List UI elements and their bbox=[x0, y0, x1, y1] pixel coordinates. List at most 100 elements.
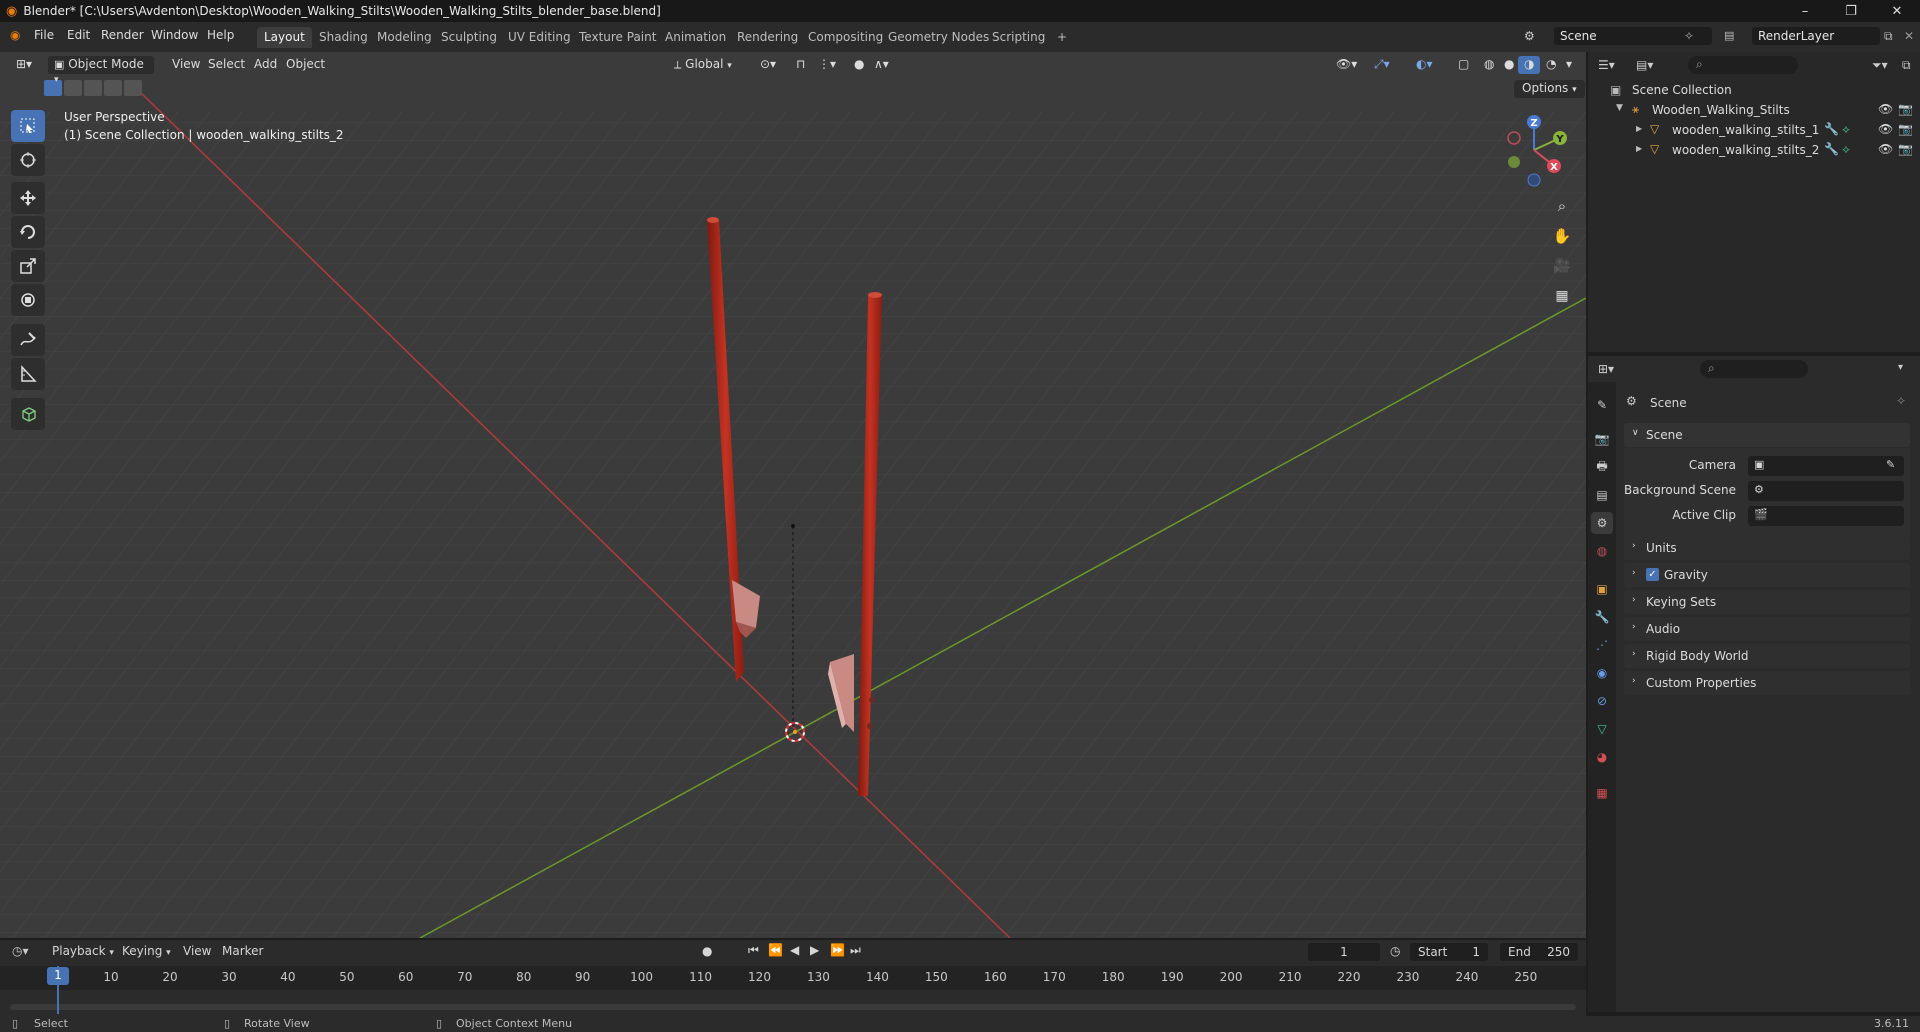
timeline-scrollbar[interactable] bbox=[10, 1004, 1576, 1010]
start-frame-field[interactable]: Start 1 bbox=[1410, 943, 1488, 961]
move-tool[interactable] bbox=[11, 182, 45, 214]
minimize-button[interactable]: – bbox=[1782, 0, 1828, 22]
eye-icon[interactable]: 👁 bbox=[1878, 102, 1893, 116]
zoom-icon[interactable]: ⌕ bbox=[1548, 192, 1576, 220]
view-layer-tab-icon[interactable]: ▤ bbox=[1591, 484, 1613, 506]
texture-tab-icon[interactable]: ▦ bbox=[1591, 782, 1613, 804]
menu-render[interactable]: Render bbox=[101, 28, 144, 42]
output-tab-icon[interactable]: 🖶 bbox=[1591, 456, 1613, 478]
shading-options-icon[interactable]: ▾ bbox=[1560, 56, 1578, 74]
editor-type-icon[interactable]: ⊞▾ bbox=[10, 56, 38, 74]
timeline-editor-icon[interactable]: ◷▾ bbox=[12, 944, 29, 958]
render-layer-icon[interactable]: ▤ bbox=[1724, 29, 1734, 42]
eye-icon[interactable]: 👁 bbox=[1878, 142, 1893, 156]
maximize-button[interactable]: ❐ bbox=[1828, 0, 1874, 22]
camera-render-icon[interactable]: 📷 bbox=[1898, 142, 1913, 156]
select-box-tool[interactable] bbox=[11, 110, 45, 142]
tab-rendering[interactable]: Rendering bbox=[730, 27, 805, 48]
select-extend-icon[interactable] bbox=[64, 80, 82, 96]
modifier-tab-icon[interactable]: 🔧 bbox=[1591, 606, 1613, 628]
active-clip-field[interactable]: 🎬 bbox=[1748, 506, 1904, 526]
xray-icon[interactable]: ▢ bbox=[1452, 56, 1475, 74]
menu-help[interactable]: Help bbox=[207, 28, 234, 42]
3d-viewport[interactable]: User Perspective (1) Scene Collection | … bbox=[0, 52, 1586, 938]
eyedropper-icon[interactable]: ✎ bbox=[1886, 458, 1895, 471]
tab-layout[interactable]: Layout bbox=[257, 27, 312, 48]
menu-select[interactable]: Select bbox=[202, 56, 251, 74]
menu-window[interactable]: Window bbox=[151, 28, 198, 42]
keying-sets-panel-header[interactable]: › Keying Sets bbox=[1624, 590, 1910, 614]
tab-animation[interactable]: Animation bbox=[658, 27, 733, 48]
next-keyframe-icon[interactable]: ⏩ bbox=[830, 943, 845, 957]
pan-hand-icon[interactable]: ✋ bbox=[1548, 222, 1576, 250]
render-layer-selector[interactable]: RenderLayer bbox=[1752, 27, 1880, 45]
marker-menu[interactable]: Marker bbox=[222, 944, 263, 958]
jump-end-icon[interactable]: ⏭ bbox=[850, 943, 861, 958]
play-icon[interactable]: ▶ bbox=[810, 943, 819, 957]
menu-file[interactable]: File bbox=[34, 28, 54, 42]
scene-panel-header[interactable]: ∨ Scene bbox=[1624, 423, 1910, 447]
remove-view-layer-icon[interactable]: ✕ bbox=[1904, 29, 1914, 43]
physics-tab-icon[interactable]: ◉ bbox=[1591, 662, 1613, 684]
select-new-icon[interactable] bbox=[44, 80, 62, 96]
outliner-search-input[interactable]: ⌕ bbox=[1688, 56, 1798, 74]
filter-icon[interactable]: ⏷▾ bbox=[1872, 58, 1888, 73]
outliner-row-object-2[interactable]: ▶ ▽ wooden_walking_stilts_2 🔧 ⟡ 👁 📷 bbox=[1588, 140, 1920, 160]
units-panel-header[interactable]: › Units bbox=[1624, 536, 1910, 560]
mode-selector[interactable]: ▣ Object Mode ▾ bbox=[48, 56, 154, 85]
record-icon[interactable]: ● bbox=[702, 944, 712, 958]
menu-edit[interactable]: Edit bbox=[67, 28, 90, 42]
data-tab-icon[interactable]: ▽ bbox=[1591, 718, 1613, 740]
visibility-icon[interactable]: 👁▾ bbox=[1330, 56, 1363, 74]
expand-arrow-icon[interactable]: ▼ bbox=[1616, 103, 1623, 113]
new-view-layer-icon[interactable]: ⧉ bbox=[1884, 29, 1893, 44]
pin-icon[interactable]: ✧ bbox=[1896, 394, 1906, 408]
scene-icon[interactable]: ⚙ bbox=[1524, 29, 1535, 43]
snap-icon[interactable]: ⊓ bbox=[790, 56, 811, 74]
tab-sculpting[interactable]: Sculpting bbox=[434, 27, 504, 48]
transform-tool[interactable] bbox=[11, 284, 45, 316]
tab-modeling[interactable]: Modeling bbox=[370, 27, 439, 48]
blender-menu-icon[interactable]: ◉ bbox=[10, 28, 20, 42]
display-mode-icon[interactable]: ▤▾ bbox=[1636, 58, 1653, 72]
expand-arrow-icon[interactable]: ▶ bbox=[1636, 124, 1642, 133]
snap-target-icon[interactable]: ⋮▾ bbox=[812, 56, 842, 74]
menu-view[interactable]: View bbox=[166, 56, 206, 74]
cursor-tool[interactable] bbox=[11, 144, 45, 176]
play-reverse-icon[interactable]: ◀ bbox=[790, 943, 799, 957]
material-shading-icon[interactable]: ◑ bbox=[1518, 56, 1541, 74]
eye-icon[interactable]: 👁 bbox=[1878, 122, 1893, 136]
annotate-tool[interactable] bbox=[11, 324, 45, 356]
world-tab-icon[interactable]: ◍ bbox=[1591, 540, 1613, 562]
current-frame-field[interactable]: 1 bbox=[1308, 943, 1380, 961]
outliner-row-scene-collection[interactable]: ▣ Scene Collection bbox=[1588, 80, 1920, 100]
constraints-tab-icon[interactable]: ⊘ bbox=[1591, 690, 1613, 712]
menu-add[interactable]: Add bbox=[248, 56, 283, 74]
camera-render-icon[interactable]: 📷 bbox=[1898, 102, 1913, 116]
rotate-tool[interactable] bbox=[11, 216, 45, 248]
outliner-row-collection[interactable]: ▼ ⚹ Wooden_Walking_Stilts 👁 📷 bbox=[1588, 100, 1920, 120]
expand-arrow-icon[interactable]: ▶ bbox=[1636, 144, 1642, 153]
overlay-toggle-icon[interactable]: ◐▾ bbox=[1410, 56, 1439, 74]
measure-tool[interactable] bbox=[11, 358, 45, 390]
object-tab-icon[interactable]: ▣ bbox=[1591, 578, 1613, 600]
gravity-panel-header[interactable]: › ✓ Gravity bbox=[1624, 563, 1910, 587]
playhead-frame-badge[interactable]: 1 bbox=[47, 967, 69, 985]
properties-search-input[interactable]: ⌕ bbox=[1700, 360, 1808, 378]
background-scene-field[interactable]: ⚙ bbox=[1748, 481, 1904, 501]
end-frame-field[interactable]: End 250 bbox=[1500, 943, 1578, 961]
menu-object[interactable]: Object bbox=[280, 56, 331, 74]
select-invert-icon[interactable] bbox=[104, 80, 122, 96]
keying-menu[interactable]: Keying ▾ bbox=[122, 944, 171, 958]
pin-icon[interactable]: ✧ bbox=[1684, 29, 1694, 43]
outliner-editor-icon[interactable]: ☰▾ bbox=[1598, 58, 1615, 72]
navigation-gizmo[interactable]: Z Y X bbox=[1496, 110, 1586, 190]
outliner-row-object-1[interactable]: ▶ ▽ wooden_walking_stilts_1 🔧 ⟡ 👁 📷 bbox=[1588, 120, 1920, 140]
custom-properties-panel-header[interactable]: › Custom Properties bbox=[1624, 671, 1910, 695]
options-button[interactable]: Options ▾ bbox=[1514, 80, 1585, 98]
scale-tool[interactable] bbox=[11, 250, 45, 282]
particles-tab-icon[interactable]: ⋰ bbox=[1591, 634, 1613, 656]
gravity-checkbox[interactable]: ✓ bbox=[1646, 568, 1659, 581]
prev-keyframe-icon[interactable]: ⏪ bbox=[768, 943, 783, 957]
pivot-point-icon[interactable]: ⊙▾ bbox=[754, 56, 782, 74]
